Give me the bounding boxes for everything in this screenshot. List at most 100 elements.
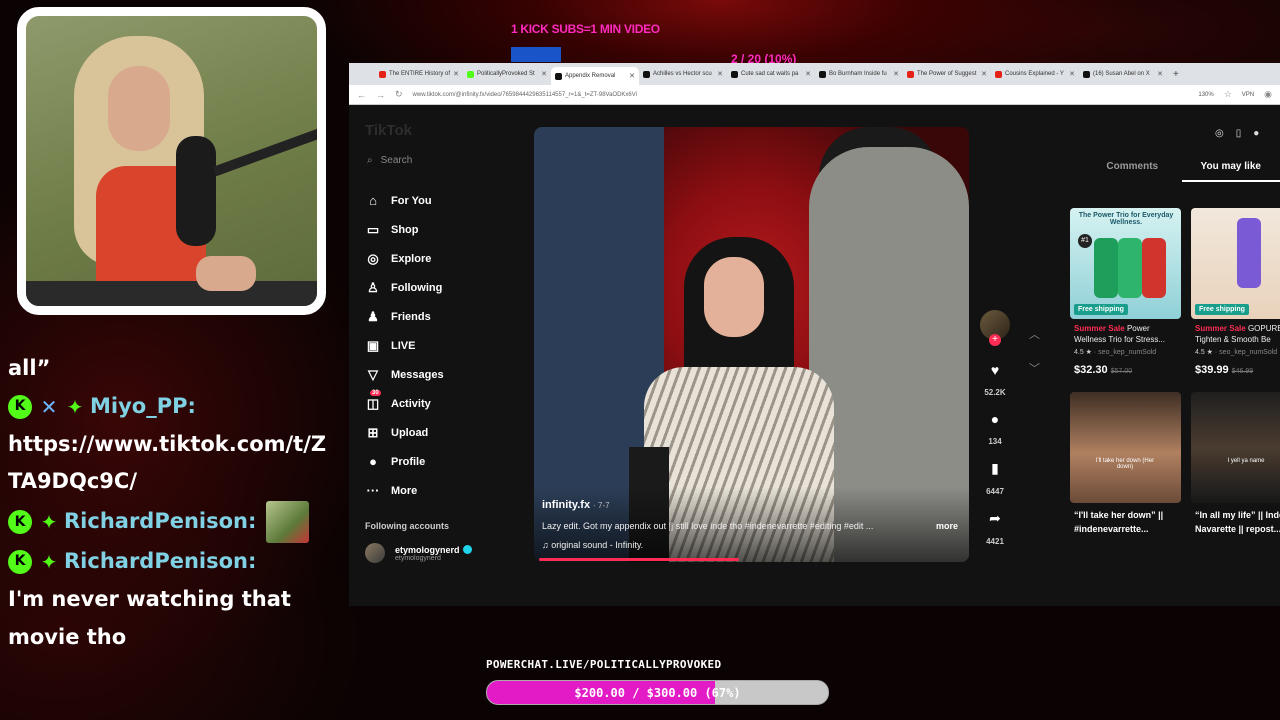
product-card[interactable]: Free shipping Summer Sale GOPURE Tighten…: [1191, 208, 1280, 376]
share-button[interactable]: ➦ 4421: [979, 510, 1011, 546]
video-progress-bar[interactable]: [539, 558, 739, 561]
video-username[interactable]: infinity.fx · 7-7: [542, 499, 610, 511]
vpn-badge[interactable]: VPN: [1242, 92, 1254, 98]
video-player[interactable]: infinity.fx · 7-7 Lazy edit. Got my appe…: [534, 127, 969, 562]
browser-tab-active[interactable]: Appendix Removal ✕: [551, 67, 639, 85]
creator-avatar[interactable]: +: [980, 310, 1010, 346]
nav-item-profile[interactable]: ● Profile: [365, 447, 444, 476]
video-nav: ︿ ﹀: [1029, 318, 1040, 386]
nav-item-explore[interactable]: ◎ Explore: [365, 244, 444, 273]
nav-item-more[interactable]: ··· More: [365, 476, 444, 505]
nav-item-messages[interactable]: ▽ Messages: [365, 360, 444, 389]
chat-fragment: all”: [8, 356, 51, 380]
webcam-feed: [17, 7, 326, 315]
chat-message: K ✦ RichardPenison: I'm never watching t…: [8, 543, 338, 656]
close-tab-icon[interactable]: ✕: [629, 72, 635, 80]
browser-tab[interactable]: Bo Burnham Inside fu ✕: [815, 66, 903, 82]
url-field[interactable]: www.tiktok.com/@infinity.fx/video/765984…: [413, 92, 1189, 98]
free-shipping-badge: Free shipping: [1074, 304, 1128, 315]
close-tab-icon[interactable]: ✕: [805, 70, 811, 78]
close-tab-icon[interactable]: ✕: [1157, 70, 1163, 78]
video-description: Lazy edit. Got my appendix out || still …: [542, 521, 874, 531]
chat-username[interactable]: RichardPenison:: [64, 503, 256, 541]
video-thumbnail: I'll take her down (Her down): [1070, 392, 1181, 503]
product-thumbnail: Free shipping: [1191, 208, 1280, 319]
stream-chat: all” K ✕ ✦ Miyo_PP: https://www.tiktok.c…: [8, 350, 338, 657]
compass-icon[interactable]: ◎: [1215, 128, 1224, 139]
nav-item-upload[interactable]: ⊞ Upload: [365, 418, 444, 447]
video-thumbnail: I yell ya name: [1191, 392, 1280, 503]
forward-icon[interactable]: →: [376, 90, 385, 100]
kick-badge-icon: K: [8, 510, 32, 535]
nav-item-activity[interactable]: ◫ 30 Activity: [365, 389, 444, 418]
follow-plus-icon[interactable]: +: [989, 334, 1001, 346]
shop-icon: ▭: [366, 221, 380, 237]
friends-icon: ♟: [367, 308, 379, 324]
video-card[interactable]: I yell ya name “In all my life” || Inde …: [1191, 392, 1280, 536]
powerchat-progress-bar: $200.00 / $300.00 (67%): [486, 680, 829, 705]
youtube-favicon-icon: [379, 70, 386, 78]
close-tab-icon[interactable]: ✕: [1069, 70, 1075, 78]
browser-tab[interactable]: The Power of Suggest ✕: [903, 66, 991, 82]
tab-comments[interactable]: Comments: [1083, 161, 1182, 182]
browser-window: The ENTIRE History of ✕ PoliticallyProvok…: [349, 63, 1280, 606]
browser-tab[interactable]: PoliticallyProvoked St ✕: [463, 66, 551, 82]
nav-item-for-you[interactable]: ⌂ For You: [365, 186, 444, 215]
chat-username[interactable]: RichardPenison:: [64, 543, 256, 581]
home-icon: ⌂: [369, 193, 377, 208]
nav-item-shop[interactable]: ▭ Shop: [365, 215, 444, 244]
bookmark-star-icon[interactable]: ☆: [1224, 89, 1232, 100]
chevron-up-icon[interactable]: ︿: [1029, 318, 1040, 352]
profile-avatar-icon: ●: [369, 454, 377, 469]
tiktok-favicon-icon: [643, 70, 650, 78]
profile-icon[interactable]: ◉: [1264, 89, 1272, 100]
phone-icon[interactable]: ▯: [1236, 128, 1242, 139]
heart-icon: ♥: [990, 362, 1000, 378]
more-button[interactable]: more: [936, 521, 958, 531]
like-button[interactable]: ♥ 52.2K: [979, 362, 1011, 397]
kick-badge-icon: K: [8, 394, 32, 419]
profile-avatar-icon[interactable]: ●: [1253, 128, 1259, 139]
browser-tab[interactable]: Cute sad cat waits pa ✕: [727, 66, 815, 82]
activity-count-badge: 30: [370, 389, 381, 396]
browser-tab[interactable]: Cousins Explained - Y ✕: [991, 66, 1079, 82]
save-button[interactable]: ▮ 6447: [979, 460, 1011, 496]
powerchat-label: POWERCHAT.LIVE/POLITICALLYPROVOKED: [486, 658, 722, 671]
kick-favicon-icon: [467, 70, 474, 78]
powerchat-amount: $200.00 / $300.00 (67%): [574, 685, 741, 700]
video-card[interactable]: I'll take her down (Her down) “I'll take…: [1070, 392, 1181, 536]
search-input[interactable]: ⌕ Search: [367, 155, 412, 166]
chevron-down-icon[interactable]: ﹀: [1029, 352, 1040, 386]
product-card[interactable]: The Power Trio for Everyday Wellness. #1…: [1070, 208, 1181, 376]
following-accounts-header: Following accounts: [365, 521, 450, 531]
nav-item-following[interactable]: ♙ Following: [365, 273, 444, 302]
reload-icon[interactable]: ↻: [395, 89, 403, 100]
side-tabs: Comments You may like: [1069, 161, 1280, 182]
video-sound[interactable]: ♫ original sound - Infinity.: [542, 540, 643, 550]
nav-item-friends[interactable]: ♟ Friends: [365, 302, 444, 331]
free-shipping-badge: Free shipping: [1195, 304, 1249, 315]
youtube-favicon-icon: [907, 70, 914, 78]
browser-tab[interactable]: The ENTIRE History of ✕: [375, 66, 463, 82]
tiktok-favicon-icon: [731, 70, 738, 78]
goal-progress-strip: [511, 47, 561, 62]
zoom-level[interactable]: 130%: [1198, 92, 1213, 98]
close-tab-icon[interactable]: ✕: [893, 70, 899, 78]
close-tab-icon[interactable]: ✕: [717, 70, 723, 78]
close-tab-icon[interactable]: ✕: [541, 70, 547, 78]
close-tab-icon[interactable]: ✕: [981, 70, 987, 78]
new-tab-icon[interactable]: +: [1173, 69, 1179, 80]
product-thumbnail: The Power Trio for Everyday Wellness. #1…: [1070, 208, 1181, 319]
close-tab-icon[interactable]: ✕: [453, 70, 459, 78]
back-icon[interactable]: ←: [357, 90, 366, 100]
following-account[interactable]: etymologynerd etymologynerd: [365, 543, 472, 563]
browser-tab[interactable]: Achilles vs Hector scu ✕: [639, 66, 727, 82]
browser-tab[interactable]: (16) Susan Abel on X ✕: [1079, 66, 1167, 82]
comment-button[interactable]: ● 134: [979, 411, 1011, 446]
chat-username[interactable]: Miyo_PP:: [90, 388, 196, 426]
tab-you-may-like[interactable]: You may like: [1181, 161, 1280, 182]
search-icon: ⌕: [367, 155, 373, 166]
comment-icon: ●: [990, 411, 1000, 427]
tiktok-logo[interactable]: TikTok: [365, 122, 412, 139]
nav-item-live[interactable]: ▣ LIVE: [365, 331, 444, 360]
